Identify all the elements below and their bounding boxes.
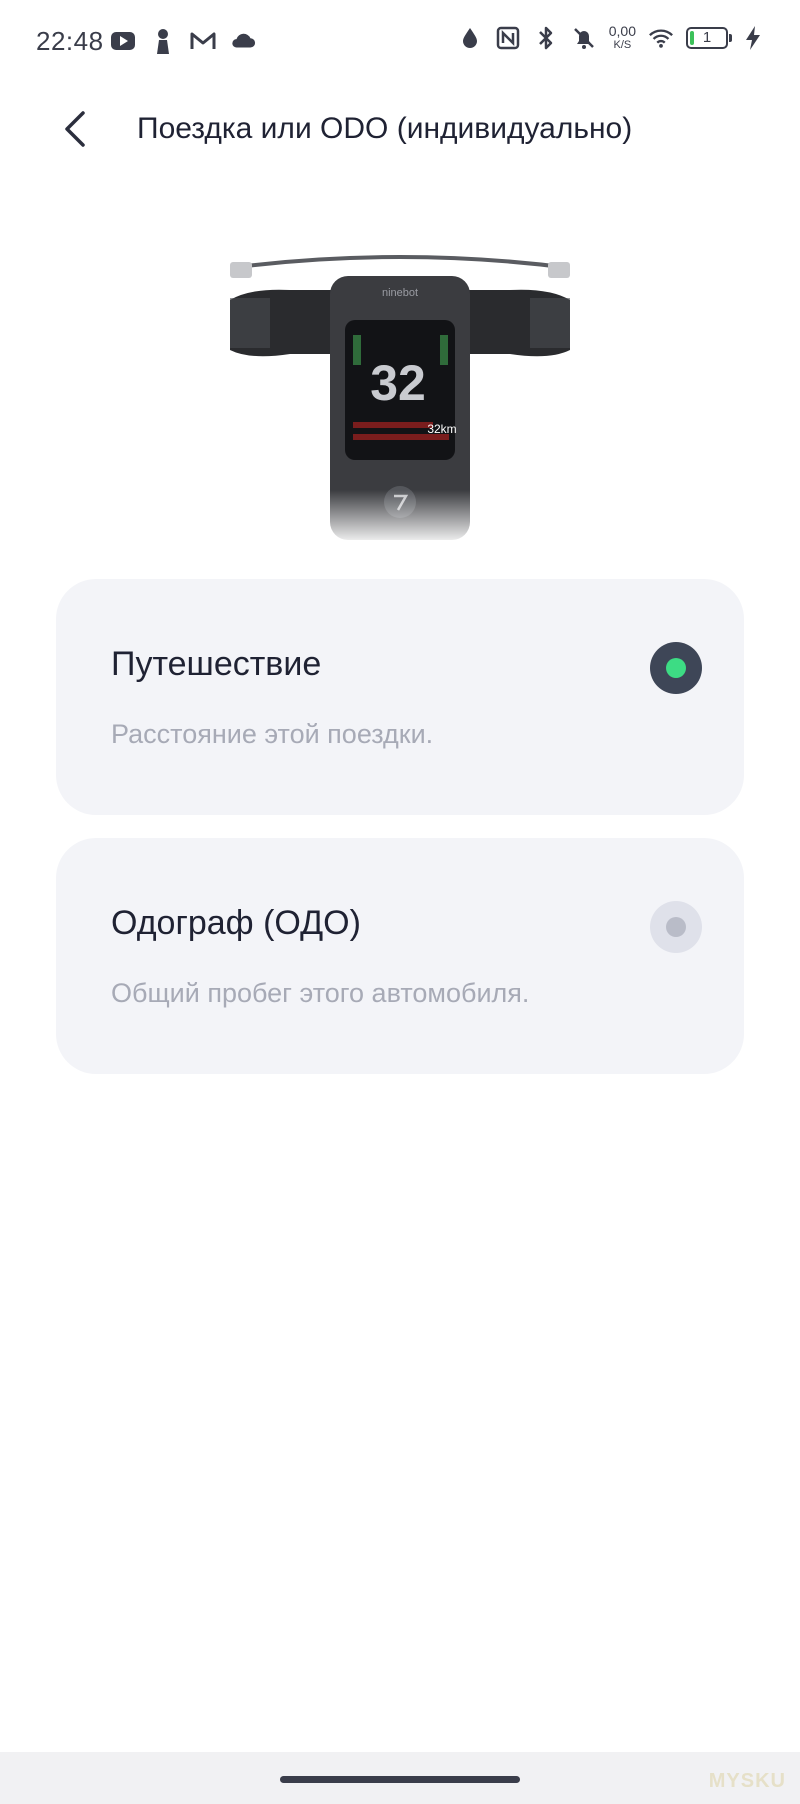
radio-button-unselected[interactable]	[650, 901, 702, 953]
network-speed-unit: K/S	[613, 39, 632, 51]
bluetooth-icon	[533, 25, 559, 51]
navigation-bar: MYSKU	[0, 1752, 800, 1804]
nfc-icon	[495, 25, 521, 51]
battery-level: 1	[702, 29, 712, 46]
option-title: Одограф (ОДО)	[111, 904, 361, 942]
option-description: Расстояние этой поездки.	[111, 719, 434, 749]
illus-distance: 32km	[427, 422, 456, 436]
wifi-icon	[648, 25, 674, 51]
youtube-icon	[110, 28, 136, 54]
home-gesture-handle[interactable]	[280, 1776, 520, 1783]
option-title: Путешествие	[111, 645, 322, 683]
option-card-odo[interactable]: Одограф (ОДО) Общий пробег этого автомоб…	[56, 838, 744, 1074]
radio-button-selected[interactable]	[650, 642, 702, 694]
mute-bell-icon	[571, 25, 597, 51]
chevron-left-icon	[61, 109, 89, 154]
gmail-icon	[190, 28, 216, 54]
charging-icon	[740, 25, 766, 51]
network-speed: 0,00 K/S	[609, 24, 636, 51]
status-time: 22:48	[36, 26, 104, 56]
status-bar: 22:48 0,00 K/S 1	[0, 0, 800, 86]
cloud-icon	[230, 28, 256, 54]
option-card-trip[interactable]: Путешествие Расстояние этой поездки.	[56, 579, 744, 815]
illus-brand: ninebot	[382, 287, 418, 299]
data-saver-icon	[457, 25, 483, 51]
battery-indicator: 1	[686, 26, 732, 49]
network-speed-value: 0,00	[608, 23, 636, 39]
notification-person-icon	[150, 28, 176, 54]
watermark: MYSKU	[708, 1770, 786, 1792]
scooter-dashboard-image: ninebot 32 32km	[229, 240, 571, 540]
illus-speed: 32	[370, 355, 426, 411]
page-title: Поездка или ODO (индивидуально)	[137, 112, 633, 145]
back-button[interactable]	[50, 106, 100, 156]
app-header: Поездка или ODO (индивидуально)	[0, 86, 800, 176]
option-description: Общий пробег этого автомобиля.	[111, 978, 530, 1008]
